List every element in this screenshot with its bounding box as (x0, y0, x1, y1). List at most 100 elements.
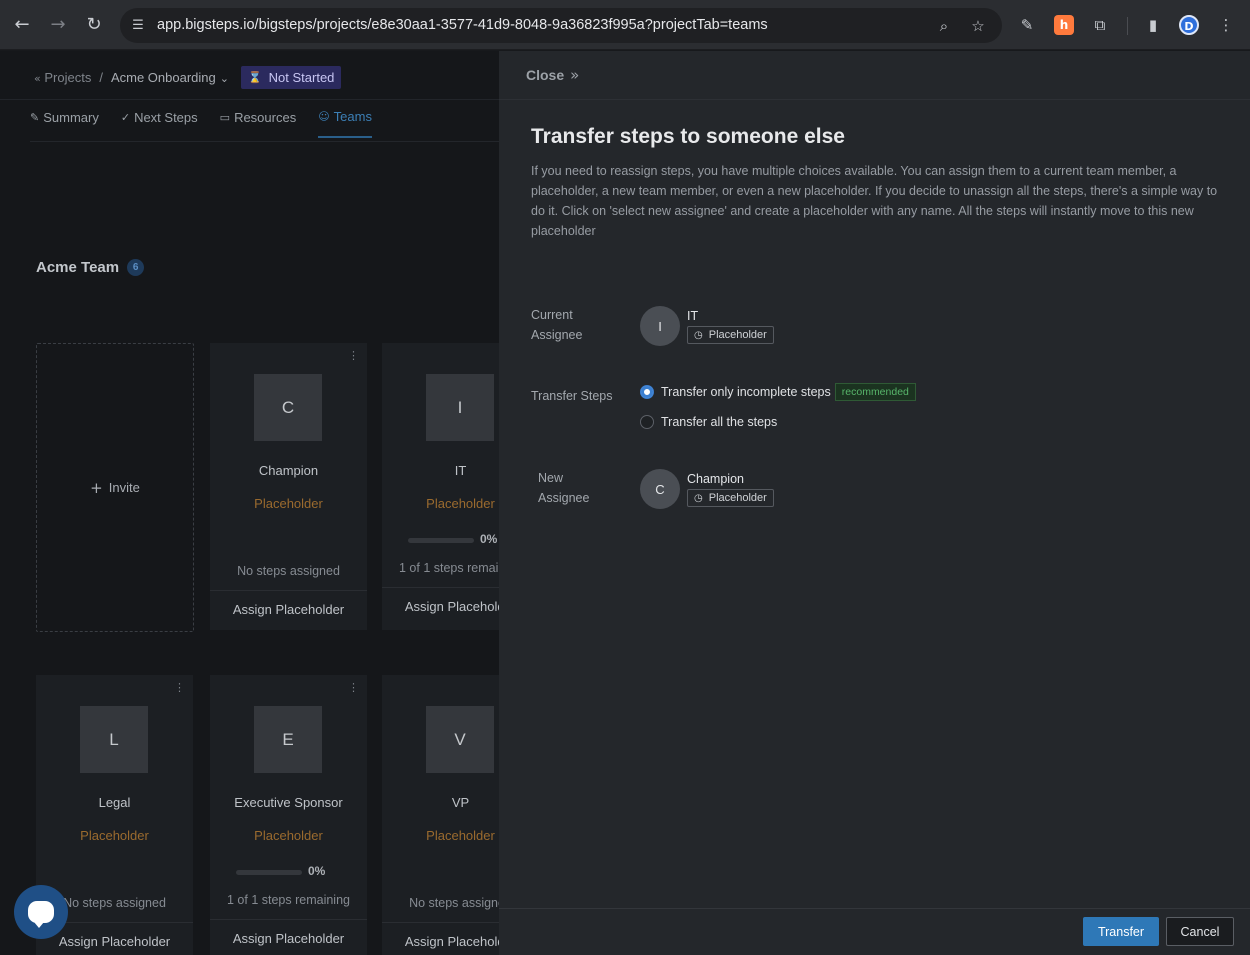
assign-placeholder-button[interactable]: Assign Placeholder (382, 922, 499, 955)
placeholder-tag: ◷ Placeholder (687, 489, 774, 507)
back-icon[interactable]: ← (10, 13, 34, 37)
toolbar-divider (1127, 17, 1128, 35)
current-assignee-label: Current Assignee (531, 308, 583, 342)
transfer-steps-label: Transfer Steps (531, 389, 613, 403)
placeholder-tag: ◷ Placeholder (687, 326, 774, 344)
breadcrumb: « Projects / Acme Onboarding ⌄ ⌛ Not Start… (30, 64, 342, 90)
double-chevron-right-icon: » (570, 66, 580, 84)
member-card-executive-sponsor: ⋮ E Executive Sponsor Placeholder 0% 1 o… (210, 675, 367, 955)
member-name: Legal (98, 795, 131, 810)
sidebar-icon[interactable]: ▮ (1143, 15, 1163, 35)
assignee-name: IT (687, 309, 699, 323)
address-bar[interactable]: ☰ app.bigsteps.io/bigsteps/projects/e8e3… (120, 8, 1002, 43)
tabs-divider (30, 141, 499, 142)
option-incomplete-steps[interactable]: Transfer only incomplete steps recommend… (640, 383, 916, 401)
assign-placeholder-button[interactable]: Assign Placeholder (382, 587, 499, 625)
panel-header-divider (499, 99, 1250, 100)
avatar: C (254, 374, 322, 441)
tab-resources[interactable]: ▭ Resources (220, 109, 297, 138)
kebab-menu-icon[interactable]: ⋮ (348, 349, 359, 362)
kebab-menu-icon[interactable]: ⋮ (174, 681, 185, 694)
clock-icon: ◷ (694, 329, 703, 341)
url-text[interactable]: app.bigsteps.io/bigsteps/projects/e8e30a… (157, 17, 768, 33)
member-name: Executive Sponsor (234, 795, 343, 810)
recommended-badge: recommended (834, 383, 916, 401)
member-name: IT (454, 463, 467, 478)
assign-placeholder-button[interactable]: Assign Placeholder (210, 590, 367, 628)
new-assignee-label: New Assignee (538, 471, 590, 505)
transfer-steps-panel: Close» Transfer steps to someone else If… (499, 51, 1250, 955)
check-circle-icon: ✓ (120, 111, 131, 124)
folder-icon: ▭ (219, 111, 231, 124)
status-badge[interactable]: ⌛ Not Started (240, 65, 342, 89)
steps-status: No steps assigned (237, 564, 340, 578)
assignee-name: Champion (687, 472, 744, 486)
chat-launcher-button[interactable] (14, 885, 68, 939)
avatar: I (426, 374, 494, 441)
forward-icon[interactable]: → (46, 13, 70, 37)
kebab-menu-icon[interactable]: ⋮ (348, 681, 359, 694)
extensions-icon[interactable]: ⧉ (1090, 15, 1110, 35)
member-role: Placeholder (426, 828, 495, 843)
panel-footer-divider (499, 908, 1250, 909)
avatar: V (426, 706, 494, 773)
close-panel-button[interactable]: Close» (526, 66, 579, 84)
hourglass-icon: ⌛ (247, 70, 262, 84)
member-role: Placeholder (254, 828, 323, 843)
steps-status: No steps assigned (409, 896, 499, 910)
tab-summary[interactable]: ✎ Summary (30, 109, 99, 138)
new-assignee-selector[interactable]: C Champion ◷ Placeholder (640, 469, 774, 509)
progress-percent: 0% (480, 532, 498, 546)
clock-icon: ◷ (694, 492, 703, 504)
breadcrumb-separator: / (99, 69, 103, 85)
invite-card[interactable]: + Invite (36, 343, 194, 632)
member-name: Champion (258, 463, 319, 478)
browser-toolbar: ← → ↻ ☰ app.bigsteps.io/bigsteps/project… (0, 0, 1250, 50)
project-name-dropdown[interactable]: Acme Onboarding ⌄ (111, 70, 229, 85)
project-page: « Projects / Acme Onboarding ⌄ ⌛ Not Start… (0, 51, 499, 955)
avatar: C (640, 469, 680, 509)
progress-percent: 0% (308, 864, 326, 878)
eyedropper-icon[interactable]: ✎ (1017, 15, 1037, 35)
team-title: Acme Team 6 (36, 259, 145, 276)
radio-selected[interactable] (640, 385, 654, 399)
site-settings-icon[interactable]: ☰ (128, 16, 148, 36)
avatar: I (640, 306, 680, 346)
transfer-button[interactable]: Transfer (1083, 917, 1159, 946)
steps-status: 1 of 1 steps remaining (399, 561, 499, 575)
member-role: Placeholder (426, 496, 495, 511)
chat-bubble-icon (28, 901, 54, 928)
avatar: E (254, 706, 322, 773)
progress-bar (408, 538, 474, 543)
member-card-champion: ⋮ C Champion Placeholder No steps assign… (210, 343, 367, 630)
option-all-steps[interactable]: Transfer all the steps (640, 415, 777, 429)
radio-unselected[interactable] (640, 415, 654, 429)
bookmark-star-icon[interactable]: ☆ (968, 16, 988, 36)
edit-icon: ✎ (30, 111, 40, 124)
chevron-down-icon: ⌄ (219, 71, 229, 85)
avatar: L (80, 706, 148, 773)
projects-link[interactable]: « Projects (30, 70, 91, 85)
member-role: Placeholder (80, 828, 149, 843)
hubspot-icon[interactable]: h (1054, 15, 1074, 35)
member-name: VP (451, 795, 470, 810)
tab-next-steps[interactable]: ✓ Next Steps (121, 109, 198, 138)
project-tabs: ✎ Summary ✓ Next Steps ▭ Resources ☺ Teams (30, 109, 372, 138)
current-assignee: I IT ◷ Placeholder (640, 306, 774, 346)
profile-icon[interactable]: D (1179, 15, 1199, 35)
assign-placeholder-button[interactable]: Assign Placeholder (210, 919, 367, 955)
member-card-it: I IT Placeholder 0% 1 of 1 steps remaini… (382, 343, 499, 630)
panel-description: If you need to reassign steps, you have … (531, 164, 1218, 238)
reload-icon[interactable]: ↻ (82, 13, 106, 37)
steps-status: 1 of 1 steps remaining (227, 893, 350, 907)
header-divider (0, 99, 499, 100)
cancel-button[interactable]: Cancel (1166, 917, 1234, 946)
users-icon: ☺ (318, 110, 330, 123)
kebab-menu-icon[interactable]: ⋮ (1216, 15, 1236, 35)
panel-title: Transfer steps to someone else (531, 125, 845, 148)
member-card-vp: V VP Placeholder No steps assigned Assig… (382, 675, 499, 955)
member-role: Placeholder (254, 496, 323, 511)
zoom-icon[interactable]: ⌕ (934, 16, 954, 36)
team-count-badge: 6 (127, 259, 145, 276)
tab-teams[interactable]: ☺ Teams (318, 109, 372, 138)
